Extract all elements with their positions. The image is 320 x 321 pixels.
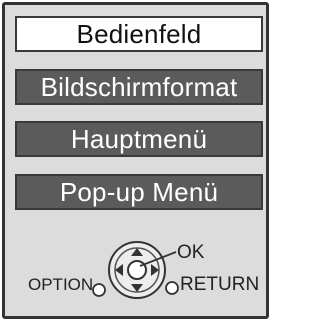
ok-label: OK <box>177 242 205 263</box>
dpad-icon[interactable] <box>108 241 166 299</box>
option-label: OPTION <box>28 275 94 294</box>
option-button-icon[interactable] <box>92 283 106 297</box>
return-label: RETURN <box>180 274 260 295</box>
ok-button-icon[interactable] <box>127 260 147 280</box>
return-button-icon[interactable] <box>165 281 179 295</box>
remote-controls-diagram <box>92 241 179 299</box>
